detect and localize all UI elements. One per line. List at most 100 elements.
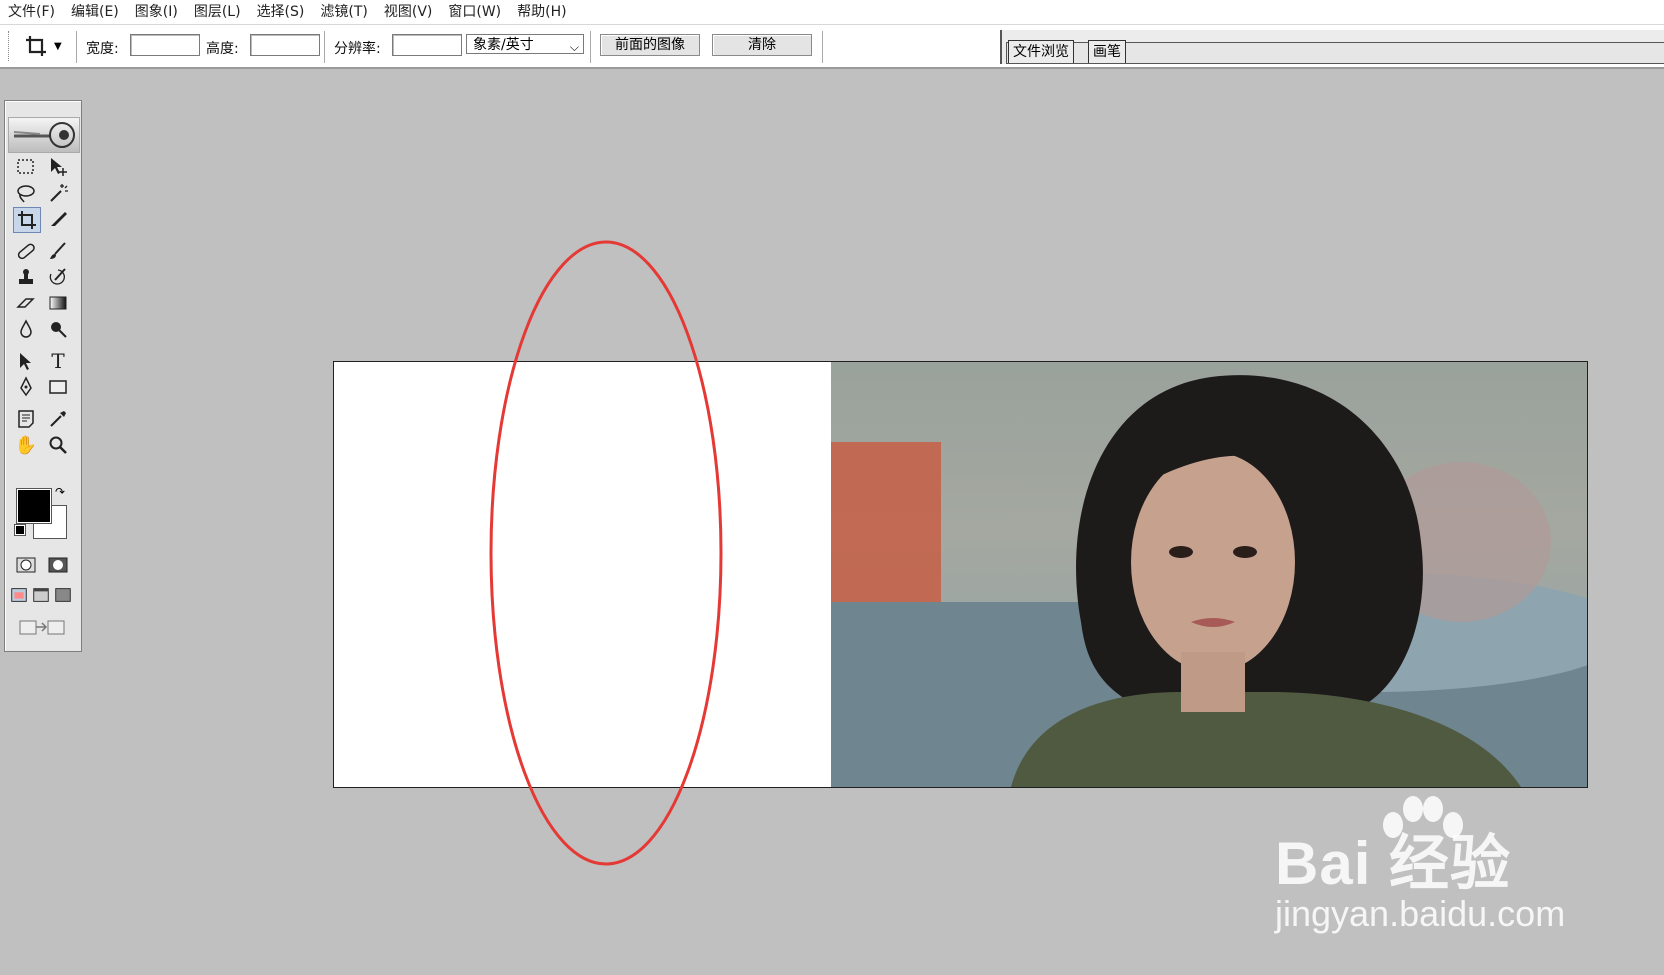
toolbox-header-logo[interactable] [8, 117, 80, 153]
rectangle-shape-tool[interactable] [45, 375, 71, 399]
quick-mask-icon [48, 557, 68, 573]
chevron-down-icon: ⌵ [569, 40, 579, 54]
slice-tool[interactable] [45, 207, 71, 231]
bandage-icon [17, 243, 35, 260]
rectangle-icon [49, 380, 67, 394]
notes-tool[interactable] [13, 407, 39, 431]
separator [590, 31, 591, 63]
jump-to-imageready-button[interactable] [15, 615, 71, 639]
tab-brushes[interactable]: 画笔 [1088, 40, 1126, 63]
watermark-logo-text: Bai 经验 [1275, 830, 1512, 897]
pen-icon [20, 376, 32, 397]
separator [822, 31, 823, 63]
drop-icon [20, 319, 32, 338]
foreground-color-swatch[interactable] [16, 488, 52, 524]
menu-select[interactable]: 选择(S) [249, 0, 313, 24]
history-brush-tool[interactable] [45, 265, 71, 289]
menu-image[interactable]: 图象(I) [127, 0, 186, 24]
menu-bar: 文件(F) 编辑(E) 图象(I) 图层(L) 选择(S) 滤镜(T) 视图(V… [0, 0, 1664, 25]
document-canvas[interactable] [333, 361, 1588, 788]
standard-screen-icon [11, 588, 27, 602]
width-label: 宽度: [86, 41, 119, 57]
height-field[interactable] [250, 34, 320, 56]
notes-icon [18, 410, 34, 428]
white-canvas-area [334, 362, 831, 787]
history-brush-icon [49, 268, 66, 285]
blur-tool[interactable] [13, 317, 39, 341]
resolution-unit-select[interactable]: 象素/英寸 ⌵ [466, 34, 584, 54]
standard-screen-mode-button[interactable] [9, 583, 29, 607]
width-field[interactable] [130, 34, 200, 56]
full-screen-icon [55, 588, 71, 602]
menu-window[interactable]: 窗口(W) [440, 0, 509, 24]
front-image-button[interactable]: 前面的图像 [600, 34, 700, 56]
clone-stamp-tool[interactable] [13, 265, 39, 289]
standard-mode-icon [16, 557, 36, 573]
quick-mask-mode-button[interactable] [45, 553, 71, 577]
clear-button[interactable]: 清除 [712, 34, 812, 56]
rectangular-marquee-icon [17, 159, 34, 174]
slice-icon [51, 212, 67, 226]
eyedropper-tool[interactable] [45, 407, 71, 431]
swap-colors-icon[interactable]: ↷ [55, 485, 65, 499]
jump-to-imageready-icon [19, 620, 65, 635]
menu-filter[interactable]: 滤镜(T) [312, 0, 375, 24]
menu-file[interactable]: 文件(F) [0, 0, 63, 24]
tab-file-browser[interactable]: 文件浏览 [1008, 40, 1074, 63]
move-tool[interactable] [45, 155, 71, 179]
zoom-tool[interactable] [45, 433, 71, 457]
magic-wand-tool[interactable] [45, 181, 71, 205]
type-tool[interactable]: T [45, 349, 71, 373]
hand-tool[interactable]: ✋ [13, 433, 39, 457]
move-icon [51, 158, 67, 176]
options-bar-grip[interactable] [8, 31, 12, 61]
gradient-icon [49, 296, 67, 310]
resolution-label: 分辨率: [334, 41, 381, 57]
watermark-url: jingyan.baidu.com [1275, 893, 1566, 934]
lasso-tool[interactable] [13, 181, 39, 205]
portrait-photo [831, 362, 1587, 787]
hand-icon: ✋ [14, 434, 38, 456]
pen-tool[interactable] [13, 375, 39, 399]
dodge-icon [51, 322, 67, 338]
gradient-tool[interactable] [45, 291, 71, 315]
stamp-icon [19, 269, 33, 284]
toolbox: T ✋ ↷ [4, 100, 82, 652]
chevron-down-icon: ▼ [54, 40, 62, 52]
menu-help[interactable]: 帮助(H) [509, 0, 574, 24]
eraser-tool[interactable] [13, 291, 39, 315]
portrait-illustration [831, 375, 1587, 787]
path-selection-tool[interactable] [13, 349, 39, 373]
magic-wand-icon [50, 184, 68, 202]
crop-tool[interactable] [13, 207, 41, 233]
separator [324, 31, 325, 63]
default-colors-icon[interactable] [14, 524, 26, 536]
crop-icon [18, 211, 36, 229]
eyedropper-icon [50, 411, 66, 427]
height-label: 高度: [206, 41, 239, 57]
palette-well: 文件浏览 画笔 [1000, 30, 1664, 64]
crop-icon [26, 36, 46, 56]
magnifier-icon [49, 436, 67, 454]
standard-mode-button[interactable] [13, 553, 39, 577]
feather-eye-icon [13, 122, 75, 148]
healing-brush-tool[interactable] [13, 239, 39, 263]
type-icon: T [51, 349, 65, 373]
dodge-tool[interactable] [45, 317, 71, 341]
resolution-unit-value: 象素/英寸 [473, 37, 534, 53]
separator [76, 31, 77, 63]
menu-edit[interactable]: 编辑(E) [63, 0, 127, 24]
rectangular-marquee-tool[interactable] [13, 155, 39, 179]
menu-layer[interactable]: 图层(L) [186, 0, 249, 24]
full-screen-menu-icon [33, 588, 49, 602]
lasso-icon [17, 185, 35, 203]
eraser-icon [16, 298, 35, 308]
resolution-field[interactable] [392, 34, 462, 56]
full-screen-menu-mode-button[interactable] [31, 583, 51, 607]
brush-icon [50, 242, 66, 259]
tool-preset-picker[interactable]: ▼ [24, 33, 68, 59]
full-screen-mode-button[interactable] [53, 583, 73, 607]
arrow-icon [20, 353, 31, 370]
brush-tool[interactable] [45, 239, 71, 263]
menu-view[interactable]: 视图(V) [376, 0, 441, 24]
